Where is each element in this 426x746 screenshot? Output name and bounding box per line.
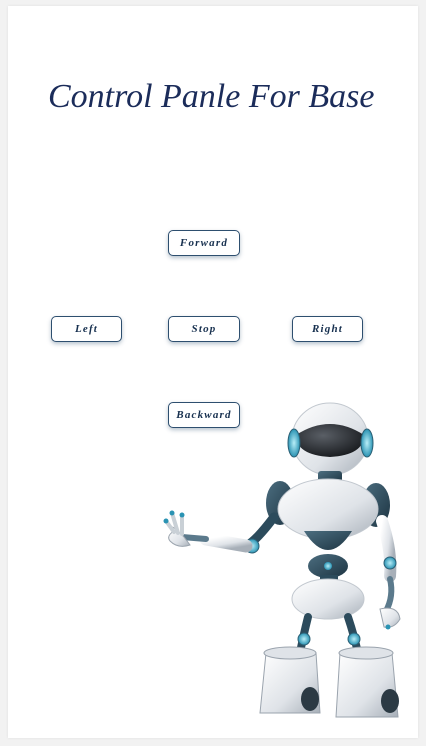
right-button[interactable]: Right: [292, 316, 363, 342]
robot-icon: [163, 402, 401, 718]
page-title: Control Panle For Base: [48, 78, 375, 115]
forward-button[interactable]: Forward: [168, 230, 240, 256]
stop-button[interactable]: Stop: [168, 316, 240, 342]
control-panel: Control Panle For Base Forward Left Stop…: [8, 6, 418, 738]
left-button[interactable]: Left: [51, 316, 122, 342]
